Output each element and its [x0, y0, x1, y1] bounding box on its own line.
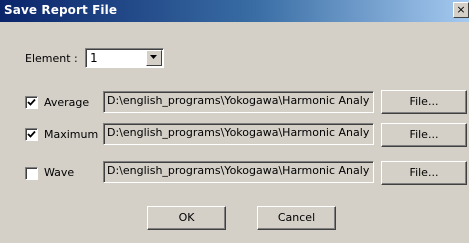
save-report-dialog: Save Report File × Element : 1 Average D…: [0, 0, 469, 243]
average-file-button[interactable]: File...: [381, 90, 467, 114]
average-path-field[interactable]: D:\english_programs\Yokogawa\Harmonic An…: [103, 91, 374, 113]
element-combobox[interactable]: 1: [85, 48, 164, 68]
wave-path-field[interactable]: D:\english_programs\Yokogawa\Harmonic An…: [103, 161, 374, 183]
element-combobox-value: 1: [90, 51, 98, 65]
close-icon: ×: [456, 3, 466, 16]
wave-label: Wave: [44, 166, 75, 179]
maximum-file-button[interactable]: File...: [381, 123, 467, 147]
cancel-button[interactable]: Cancel: [257, 206, 336, 230]
element-dropdown-button[interactable]: [146, 50, 162, 66]
close-button[interactable]: ×: [453, 2, 469, 18]
maximum-checkbox[interactable]: [25, 128, 38, 141]
average-label: Average: [44, 96, 90, 109]
window-title: Save Report File: [4, 3, 118, 17]
average-checkbox[interactable]: [25, 96, 38, 109]
maximum-label: Maximum: [44, 128, 99, 141]
chevron-down-icon: [150, 55, 157, 59]
check-icon: [27, 98, 36, 106]
title-bar[interactable]: Save Report File ×: [0, 0, 469, 22]
maximum-path-field[interactable]: D:\english_programs\Yokogawa\Harmonic An…: [103, 123, 374, 145]
ok-button[interactable]: OK: [147, 206, 226, 230]
check-icon: [27, 130, 36, 138]
element-label: Element :: [25, 52, 78, 65]
wave-checkbox[interactable]: [25, 167, 38, 180]
wave-file-button[interactable]: File...: [381, 161, 467, 185]
